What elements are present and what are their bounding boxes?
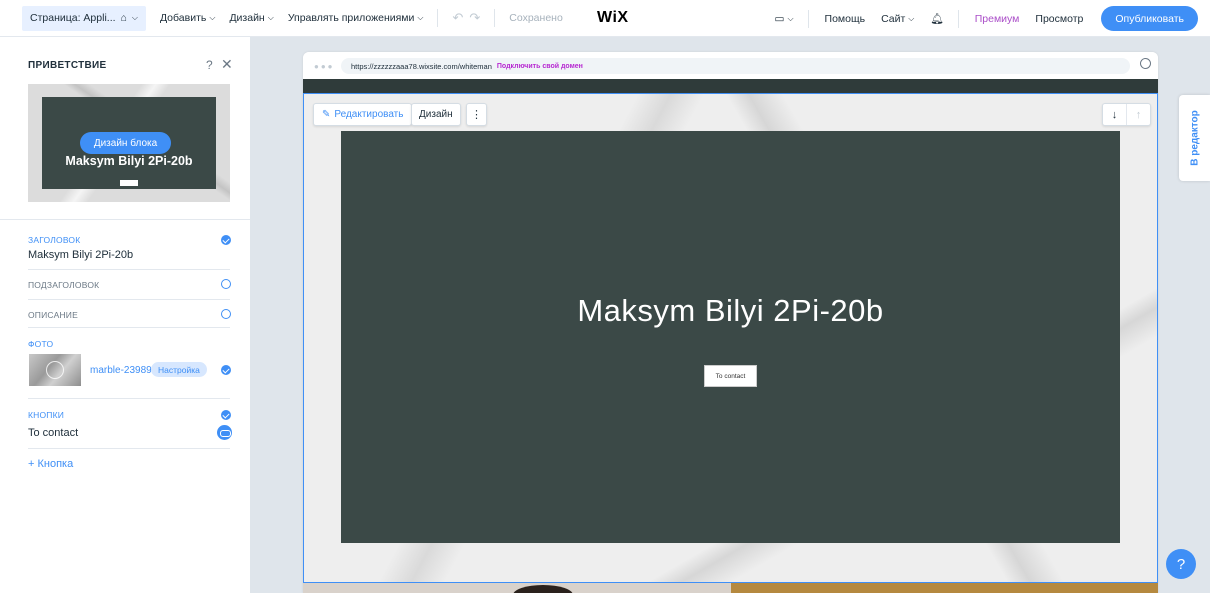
next-section-color <box>731 583 1158 593</box>
top-toolbar: Страница: Appli... ⌂ ⌵ Добавить ⌵ Дизайн ⌵… <box>0 0 1210 37</box>
back-to-editor-label: В редактор <box>1189 110 1200 166</box>
add-menu[interactable]: Добавить ⌵ <box>160 12 215 24</box>
more-icon[interactable]: ⋮ <box>466 103 487 126</box>
help-icon[interactable]: ? <box>206 58 213 72</box>
divider <box>28 448 230 449</box>
chevron-down-icon: ⌵ <box>267 13 274 22</box>
photo-settings-button[interactable]: Настройка <box>151 362 207 377</box>
premium-link[interactable]: Премиум <box>975 13 1020 25</box>
browser-bar: ●●● https://zzzzzzaaa78.wixsite.com/whit… <box>303 52 1158 79</box>
device-switcher[interactable]: ▭ ⌵ <box>775 13 794 25</box>
heading-label: ЗАГОЛОВОК <box>28 235 81 245</box>
move-section-controls: ↓ ↑ <box>1102 103 1151 126</box>
zoom-icon[interactable] <box>1140 58 1151 69</box>
photo-thumbnail[interactable] <box>29 354 81 386</box>
bell-icon[interactable]: 🔔︎ <box>930 12 943 25</box>
chevron-down-icon: ⌵ <box>787 13 794 23</box>
divider <box>28 269 230 270</box>
wix-logo: WiX <box>597 9 629 26</box>
divider <box>28 299 230 300</box>
preview-button-placeholder <box>120 180 138 186</box>
divider <box>437 9 439 27</box>
chevron-down-icon: ⌵ <box>417 13 424 22</box>
arrow-down-icon[interactable]: ↓ <box>1103 104 1127 125</box>
photo-label: ФОТО <box>28 339 54 349</box>
site-menu-label: Сайт <box>881 12 906 25</box>
design-button[interactable]: Дизайн <box>411 103 461 126</box>
arrow-up-icon[interactable]: ↑ <box>1127 104 1150 125</box>
preview-link[interactable]: Просмотр <box>1035 13 1083 25</box>
undo-redo: ↶ ↷ <box>452 10 480 26</box>
chevron-down-icon: ⌵ <box>131 13 138 22</box>
preview-title: Maksym Bilyi 2Pi-20b <box>65 154 193 168</box>
page-selector[interactable]: Страница: Appli... ⌂ ⌵ <box>22 5 146 31</box>
buttons-label: КНОПКИ <box>28 410 65 420</box>
page-selector-label: Страница: Appli... <box>30 12 116 24</box>
desktop-icon: ▭ <box>774 12 785 25</box>
panel-title: ПРИВЕТСТВИЕ <box>28 60 107 71</box>
undo-icon[interactable]: ↶ <box>452 10 463 26</box>
close-icon[interactable]: ✕ <box>221 56 233 73</box>
divider <box>494 9 496 27</box>
divider <box>28 398 230 399</box>
site-url: https://zzzzzzaaa78.wixsite.com/whiteman <box>351 61 492 71</box>
chevron-down-icon: ⌵ <box>908 13 915 23</box>
manage-apps-label: Управлять приложениями <box>287 12 415 24</box>
site-menu[interactable]: Сайт ⌵ <box>881 13 914 25</box>
hero-title[interactable]: Maksym Bilyi 2Pi-20b <box>341 293 1120 329</box>
next-section-image <box>303 583 731 593</box>
photo-filename[interactable]: marble-23989... <box>90 365 160 376</box>
home-icon: ⌂ <box>120 12 127 24</box>
save-status: Сохранено <box>509 12 563 24</box>
address-bar: https://zzzzzzaaa78.wixsite.com/whiteman… <box>341 58 1130 74</box>
subheading-label[interactable]: ПОДЗАГОЛОВОК <box>28 280 99 290</box>
divider <box>807 9 809 28</box>
hero-box: Maksym Bilyi 2Pi-20b To contact <box>341 131 1120 543</box>
divider <box>0 219 250 220</box>
divider <box>28 327 230 328</box>
add-button-link[interactable]: + Кнопка <box>28 458 73 470</box>
design-block-button[interactable]: Дизайн блока <box>80 132 171 154</box>
description-toggle-icon[interactable] <box>221 309 231 319</box>
pencil-icon: ✎ <box>322 109 331 120</box>
manage-apps-menu[interactable]: Управлять приложениями ⌵ <box>288 12 424 24</box>
add-menu-label: Добавить <box>159 12 207 24</box>
back-to-editor-tab[interactable]: В редактор <box>1179 95 1210 181</box>
section-preview: Дизайн блока Maksym Bilyi 2Pi-20b <box>28 84 230 202</box>
welcome-section[interactable]: Maksym Bilyi 2Pi-20b To contact ✎ Редакт… <box>303 93 1158 583</box>
design-menu[interactable]: Дизайн ⌵ <box>229 12 273 24</box>
link-icon[interactable] <box>217 425 232 440</box>
window-dots-icon: ●●● <box>314 62 335 71</box>
photo-check-icon[interactable] <box>221 365 231 375</box>
design-menu-label: Дизайн <box>229 12 265 24</box>
site-canvas: ●●● https://zzzzzzaaa78.wixsite.com/whit… <box>303 52 1158 593</box>
toolbar-right: ▭ ⌵ Помощь Сайт ⌵ 🔔︎ Премиум Просмотр Опуб… <box>759 0 1198 37</box>
publish-button[interactable]: Опубликовать <box>1101 6 1198 31</box>
buttons-check-icon[interactable] <box>221 410 231 420</box>
button-value[interactable]: To contact <box>28 427 78 439</box>
connect-domain-link[interactable]: Подключить свой домен <box>497 63 583 70</box>
help-menu[interactable]: Помощь <box>825 13 866 25</box>
header-strip <box>303 79 1158 93</box>
edit-button[interactable]: ✎ Редактировать <box>313 103 413 126</box>
chevron-down-icon: ⌵ <box>209 13 216 22</box>
heading-check-icon[interactable] <box>221 235 231 245</box>
divider <box>957 9 959 28</box>
subheading-toggle-icon[interactable] <box>221 279 231 289</box>
contact-button[interactable]: To contact <box>704 365 757 387</box>
welcome-panel: ПРИВЕТСТВИЕ ? ✕ Дизайн блока Maksym Bily… <box>0 37 250 593</box>
help-button[interactable]: ? <box>1166 549 1196 579</box>
redo-icon[interactable]: ↷ <box>469 10 480 26</box>
heading-value[interactable]: Maksym Bilyi 2Pi-20b <box>28 249 133 261</box>
edit-button-label: Редактировать <box>334 109 404 120</box>
description-label[interactable]: ОПИСАНИЕ <box>28 310 78 320</box>
